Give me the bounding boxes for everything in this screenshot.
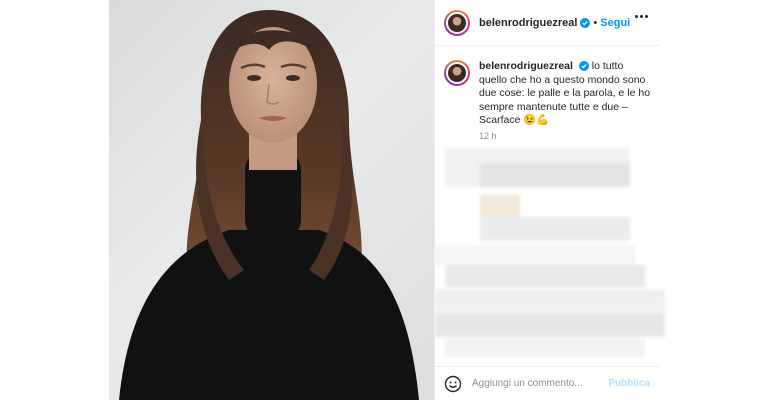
separator-dot: • [593, 16, 598, 29]
emoji-icon[interactable] [444, 375, 462, 393]
caption: belenrodriguezreal lo tutto quello che h… [444, 60, 654, 128]
comment-input[interactable] [472, 378, 602, 389]
verified-badge-icon [578, 61, 589, 72]
avatar-image [446, 11, 468, 34]
post-header: belenrodriguezreal • Segui [435, 0, 660, 46]
blurred-comments [435, 145, 665, 360]
avatar[interactable] [444, 9, 470, 36]
caption-avatar[interactable] [444, 60, 470, 86]
post-sidebar: belenrodriguezreal • Segui belenrodrigue… [434, 0, 665, 400]
publish-button[interactable]: Pubblica [608, 378, 650, 389]
post-time[interactable]: 12 h [479, 131, 497, 141]
follow-button[interactable]: Segui [600, 17, 630, 29]
instagram-post: belenrodriguezreal • Segui belenrodrigue… [109, 0, 665, 400]
portrait-image [119, 10, 419, 400]
username[interactable]: belenrodriguezreal [479, 17, 577, 29]
post-photo[interactable] [109, 0, 434, 400]
comment-bar: Pubblica [435, 366, 660, 400]
caption-avatar-image [446, 62, 468, 84]
caption-text-block: belenrodriguezreal lo tutto quello che h… [479, 60, 654, 128]
more-options-icon[interactable] [635, 15, 648, 18]
caption-username[interactable]: belenrodriguezreal [479, 60, 573, 72]
verified-badge-icon [580, 17, 591, 28]
